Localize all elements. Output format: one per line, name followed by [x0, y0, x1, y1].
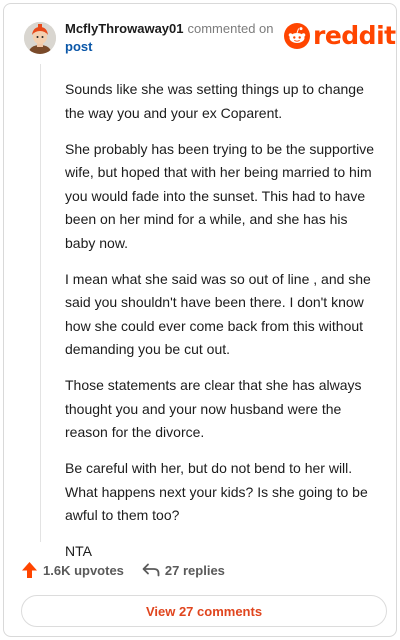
comment-paragraph: I mean what she said was so out of line …	[65, 270, 371, 358]
reddit-logo[interactable]: reddit	[284, 20, 396, 52]
comment-paragraph: Be careful with her, but do not bend to …	[65, 460, 368, 523]
post-link[interactable]: post	[65, 39, 92, 54]
thread-line[interactable]	[40, 64, 41, 542]
comment-card: McflyThrowaway01 commented on post reddit…	[3, 3, 397, 637]
view-comments-button[interactable]: View 27 comments	[21, 595, 387, 627]
upvote-count: 1.6K upvotes	[43, 562, 124, 578]
commented-on-text: commented on	[187, 21, 274, 36]
upvote-arrow-icon	[22, 562, 37, 578]
avatar-image	[24, 22, 56, 54]
reply-count: 27 replies	[164, 562, 225, 578]
comment-paragraph: Sounds like she was setting things up to…	[65, 81, 364, 121]
comment-paragraph: She probably has been trying to be the s…	[65, 140, 374, 251]
reply-arrow-icon	[142, 563, 160, 577]
comment-paragraph: Those statements are clear that she has …	[65, 377, 362, 440]
avatar[interactable]	[24, 22, 56, 54]
reddit-snoo-icon	[284, 23, 310, 49]
comment-actions: 1.6K upvotes 27 replies	[21, 559, 225, 581]
reddit-wordmark: reddit	[313, 21, 396, 50]
comment-header: McflyThrowaway01 commented on	[65, 21, 274, 36]
comment-body: Sounds like she was setting things up to…	[65, 78, 375, 576]
author-username[interactable]: McflyThrowaway01	[65, 21, 184, 36]
upvote-button[interactable]: 1.6K upvotes	[21, 561, 124, 579]
replies-button[interactable]: 27 replies	[142, 563, 225, 578]
